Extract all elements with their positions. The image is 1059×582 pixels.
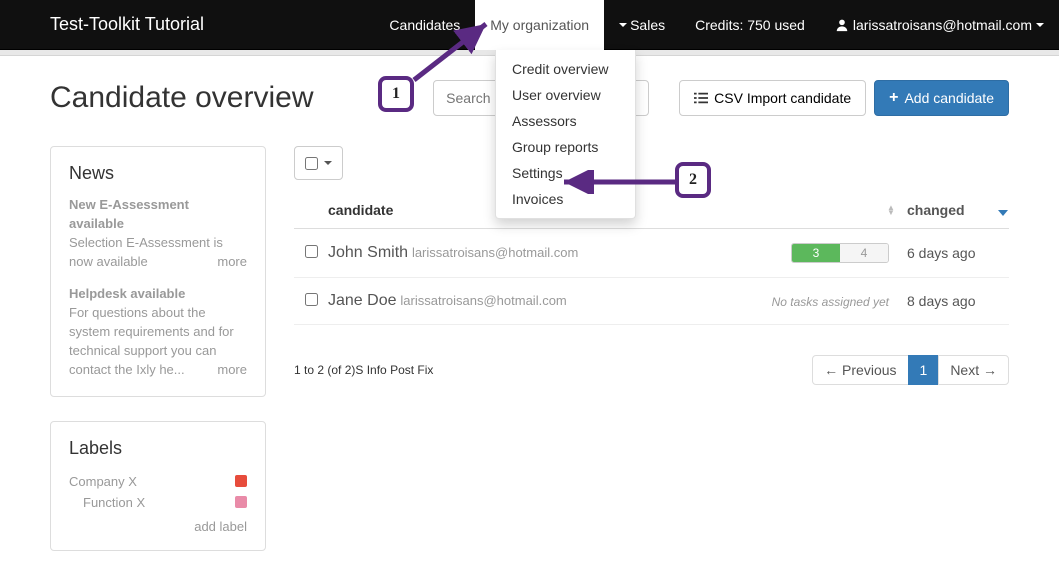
callout-1: 1: [378, 76, 414, 112]
sort-desc-icon: [998, 210, 1008, 216]
news-item-title: New E-Assessment available: [69, 196, 247, 234]
add-candidate-label: Add candidate: [904, 90, 994, 106]
news-more-link[interactable]: more: [217, 253, 247, 272]
changed-cell: 8 days ago: [889, 293, 1009, 309]
label-swatch: [235, 475, 247, 487]
news-item-title: Helpdesk available: [69, 285, 247, 304]
page-1[interactable]: 1: [908, 355, 940, 385]
nav-my-organization[interactable]: My organization: [475, 0, 604, 50]
dropdown-credit-overview[interactable]: Credit overview: [496, 56, 635, 82]
candidate-name: John Smith: [328, 244, 408, 261]
csv-import-button[interactable]: CSV Import candidate: [679, 80, 866, 116]
dropdown-group-reports[interactable]: Group reports: [496, 134, 635, 160]
row-count: 1 to 2 (of 2)S Info Post Fix: [294, 363, 433, 377]
nav-user[interactable]: larissatroisans@hotmail.com: [820, 0, 1059, 50]
candidate-email: larissatroisans@hotmail.com: [400, 293, 566, 308]
no-tasks-text: No tasks assigned yet: [772, 295, 889, 309]
news-item-body: Selection E-Assessment is now available: [69, 235, 223, 269]
csv-import-label: CSV Import candidate: [714, 90, 851, 106]
bulk-select-button[interactable]: [294, 146, 343, 180]
changed-cell: 6 days ago: [889, 245, 1009, 261]
candidate-cell[interactable]: John Smith larissatroisans@hotmail.com: [328, 244, 749, 262]
caret-down-icon: [1036, 23, 1044, 27]
my-org-dropdown: Credit overview User overview Assessors …: [495, 50, 636, 219]
news-item: New E-Assessment available Selection E-A…: [69, 196, 247, 271]
candidate-name: Jane Doe: [328, 292, 397, 309]
label-row[interactable]: Function X: [69, 492, 247, 513]
callout-2: 2: [675, 162, 711, 198]
label-swatch: [235, 496, 247, 508]
brand: Test-Toolkit Tutorial: [50, 14, 374, 35]
label-name: Company X: [69, 474, 137, 489]
labels-panel: Labels Company X Function X add label: [50, 421, 266, 551]
sort-arrows-icon: ▲▼: [887, 205, 895, 215]
news-item: Helpdesk available For questions about t…: [69, 285, 247, 379]
page-prev[interactable]: ← Previous: [812, 355, 908, 385]
news-item-body: For questions about the system requireme…: [69, 305, 234, 377]
dropdown-settings[interactable]: Settings: [496, 160, 635, 186]
candidates-table: candidate ▲▼ changed John Smith larissat…: [294, 194, 1009, 325]
plus-icon: +: [889, 89, 898, 107]
col-candidate-label: candidate: [328, 202, 393, 218]
add-label-link[interactable]: add label: [69, 519, 247, 534]
dropdown-user-overview[interactable]: User overview: [496, 82, 635, 108]
news-panel: News New E-Assessment available Selectio…: [50, 146, 266, 397]
add-candidate-button[interactable]: + Add candidate: [874, 80, 1009, 116]
navbar: Test-Toolkit Tutorial Candidates My orga…: [0, 0, 1059, 50]
news-more-link[interactable]: more: [217, 361, 247, 380]
pagination: ← Previous 1 Next →: [813, 355, 1009, 385]
table-header: candidate ▲▼ changed: [294, 194, 1009, 229]
main: candidate ▲▼ changed John Smith larissat…: [294, 146, 1009, 575]
nav-user-label: larissatroisans@hotmail.com: [853, 17, 1032, 33]
bulk-checkbox[interactable]: [305, 157, 318, 170]
status-cell: No tasks assigned yet: [749, 293, 889, 309]
row-checkbox[interactable]: [305, 245, 318, 258]
sidebar: News New E-Assessment available Selectio…: [50, 146, 266, 575]
table-footer: 1 to 2 (of 2)S Info Post Fix ← Previous …: [294, 355, 1009, 385]
pill-done: 3: [792, 244, 840, 262]
candidate-cell[interactable]: Jane Doe larissatroisans@hotmail.com: [328, 292, 749, 310]
label-name: Function X: [83, 495, 145, 510]
table-row: Jane Doe larissatroisans@hotmail.com No …: [294, 278, 1009, 325]
progress-pill[interactable]: 3 4: [791, 243, 889, 263]
labels-title: Labels: [69, 438, 247, 459]
status-cell: 3 4: [749, 243, 889, 263]
label-row[interactable]: Company X: [69, 471, 247, 492]
row-checkbox[interactable]: [305, 293, 318, 306]
nav-credits[interactable]: Credits: 750 used: [680, 0, 820, 50]
nav-candidates[interactable]: Candidates: [374, 0, 475, 50]
nav-right: Candidates My organization Sales Credits…: [374, 0, 1059, 50]
caret-icon: [619, 23, 627, 27]
table-row: John Smith larissatroisans@hotmail.com 3…: [294, 229, 1009, 278]
candidate-email: larissatroisans@hotmail.com: [412, 245, 578, 260]
list-icon: [694, 91, 708, 105]
dropdown-assessors[interactable]: Assessors: [496, 108, 635, 134]
caret-down-icon: [324, 161, 332, 165]
page-title: Candidate overview: [50, 81, 433, 115]
page-next[interactable]: Next →: [938, 355, 1009, 385]
nav-sales[interactable]: Sales: [604, 0, 680, 50]
nav-sales-label: Sales: [630, 17, 665, 33]
col-changed-header[interactable]: ▲▼ changed: [889, 202, 1009, 218]
pill-total: 4: [840, 244, 888, 262]
dropdown-invoices[interactable]: Invoices: [496, 186, 635, 212]
user-icon: [835, 18, 849, 32]
news-title: News: [69, 163, 247, 184]
col-changed-label: changed: [907, 202, 965, 218]
